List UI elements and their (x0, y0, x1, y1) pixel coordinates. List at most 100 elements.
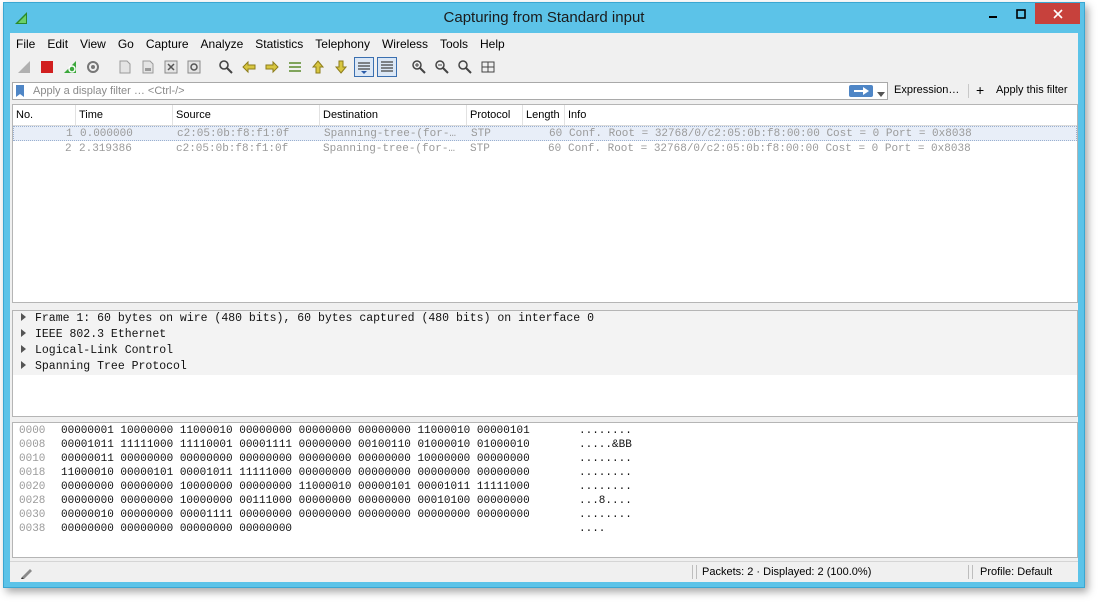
menu-view[interactable]: View (74, 33, 112, 55)
menu-file[interactable]: File (10, 33, 41, 55)
expand-arrow-icon[interactable] (21, 329, 26, 337)
menu-edit[interactable]: Edit (41, 33, 74, 55)
column-divider[interactable] (75, 105, 76, 125)
col-header-source[interactable]: Source (176, 109, 211, 121)
go-to-packet-icon[interactable] (285, 57, 305, 77)
menu-telephony[interactable]: Telephony (309, 33, 376, 55)
hex-ascii[interactable]: .... (579, 523, 605, 535)
column-divider[interactable] (466, 105, 467, 125)
first-packet-icon[interactable] (308, 57, 328, 77)
packet-bytes-pane[interactable]: 0000 00000001 10000000 11000010 00000000 … (12, 422, 1078, 558)
packet-list-header: No. Time Source Destination Protocol Len… (13, 105, 1077, 126)
col-header-time[interactable]: Time (79, 109, 103, 121)
col-header-length[interactable]: Length (526, 109, 560, 121)
capture-options-icon[interactable] (83, 57, 103, 77)
hex-bytes[interactable]: 00000001 10000000 11000010 00000000 0000… (61, 425, 530, 437)
packet-details-tree[interactable]: Frame 1: 60 bytes on wire (480 bits), 60… (12, 310, 1078, 417)
menu-analyze[interactable]: Analyze (195, 33, 250, 55)
status-separator (692, 565, 693, 579)
last-packet-icon[interactable] (331, 57, 351, 77)
maximize-icon (1016, 8, 1026, 19)
col-header-info[interactable]: Info (568, 109, 586, 121)
close-file-icon[interactable] (161, 57, 181, 77)
normal-size-icon[interactable] (455, 57, 475, 77)
display-filter-input[interactable]: Apply a display filter … <Ctrl-/> (12, 82, 888, 100)
menu-tools[interactable]: Tools (434, 33, 474, 55)
add-filter-icon[interactable]: + (976, 82, 984, 98)
hex-offset: 0038 (19, 523, 46, 535)
maximize-button[interactable] (1007, 3, 1035, 24)
zoom-in-icon[interactable] (409, 57, 429, 77)
auto-scroll-icon[interactable] (354, 57, 374, 77)
bookmark-icon[interactable] (16, 85, 24, 97)
cell-info: Conf. Root = 32768/0/c2:05:0b:f8:00:00 C… (569, 128, 972, 140)
title-bar[interactable]: Capturing from Standard input (4, 3, 1084, 33)
column-divider[interactable] (172, 105, 173, 125)
hex-ascii[interactable]: .....&BB (579, 439, 632, 451)
reload-file-icon[interactable] (184, 57, 204, 77)
colorize-icon[interactable] (377, 57, 397, 77)
menu-capture[interactable]: Capture (140, 33, 195, 55)
expression-button[interactable]: Expression… (894, 84, 959, 96)
menu-statistics[interactable]: Statistics (249, 33, 309, 55)
expand-arrow-icon[interactable] (21, 361, 26, 369)
status-separator (968, 565, 969, 579)
expert-info-icon[interactable] (20, 565, 34, 579)
hex-bytes[interactable]: 00000000 00000000 10000000 00000000 1100… (61, 481, 530, 493)
hex-bytes[interactable]: 00000000 00000000 10000000 00111000 0000… (61, 495, 530, 507)
find-packet-icon[interactable] (216, 57, 236, 77)
hex-ascii[interactable]: ........ (579, 481, 632, 493)
apply-arrow-icon[interactable] (849, 85, 873, 97)
column-divider[interactable] (564, 105, 565, 125)
packet-row[interactable]: 1 0.000000 c2:05:0b:f8:f1:0f Spanning-tr… (13, 126, 1077, 141)
hex-bytes[interactable]: 00000010 00000000 00001111 00000000 0000… (61, 509, 530, 521)
minimize-button[interactable] (979, 3, 1007, 24)
client-area: File Edit View Go Capture Analyze Statis… (10, 33, 1078, 582)
toolbar-separator (106, 57, 112, 77)
hex-bytes[interactable]: 00000000 00000000 00000000 00000000 (61, 523, 292, 535)
shark-fin-start-icon[interactable] (14, 57, 34, 77)
open-file-icon[interactable] (115, 57, 135, 77)
col-header-no[interactable]: No. (16, 109, 33, 121)
expand-arrow-icon[interactable] (21, 345, 26, 353)
hex-offset: 0028 (19, 495, 46, 507)
stop-capture-icon[interactable] (37, 57, 57, 77)
tree-item-stp[interactable]: Spanning Tree Protocol (21, 360, 187, 376)
filter-placeholder: Apply a display filter … <Ctrl-/> (33, 85, 185, 97)
packet-list[interactable]: No. Time Source Destination Protocol Len… (12, 104, 1078, 303)
hex-bytes[interactable]: 00001011 11111000 11110001 00001111 0000… (61, 439, 530, 451)
hex-bytes[interactable]: 00000011 00000000 00000000 00000000 0000… (61, 453, 530, 465)
restart-capture-icon[interactable] (60, 57, 80, 77)
hex-ascii[interactable]: ........ (579, 425, 632, 437)
tree-item-llc[interactable]: Logical-Link Control (21, 344, 173, 360)
column-divider[interactable] (522, 105, 523, 125)
menu-go[interactable]: Go (112, 33, 140, 55)
hex-ascii[interactable]: ........ (579, 453, 632, 465)
chevron-down-icon[interactable] (877, 87, 885, 101)
close-button[interactable] (1035, 3, 1080, 24)
hex-ascii[interactable]: ...8.... (579, 495, 632, 507)
col-header-protocol[interactable]: Protocol (470, 109, 510, 121)
hex-ascii[interactable]: ........ (579, 467, 632, 479)
hex-bytes[interactable]: 11000010 00000101 00001011 11111000 0000… (61, 467, 530, 479)
col-header-destination[interactable]: Destination (323, 109, 378, 121)
zoom-out-icon[interactable] (432, 57, 452, 77)
go-back-icon[interactable] (239, 57, 259, 77)
resize-columns-icon[interactable] (478, 57, 498, 77)
menu-wireless[interactable]: Wireless (376, 33, 434, 55)
cell-destination: Spanning-tree-(for-… (323, 143, 456, 155)
packet-count-status: Packets: 2 · Displayed: 2 (100.0%) (702, 566, 872, 578)
apply-filter-button[interactable]: Apply this filter (996, 84, 1068, 96)
go-forward-icon[interactable] (262, 57, 282, 77)
profile-status[interactable]: Profile: Default (980, 566, 1052, 578)
column-divider[interactable] (319, 105, 320, 125)
tree-item-ethernet[interactable]: IEEE 802.3 Ethernet (21, 328, 166, 344)
packet-row[interactable]: 2 2.319386 c2:05:0b:f8:f1:0f Spanning-tr… (13, 142, 1077, 157)
expand-arrow-icon[interactable] (21, 313, 26, 321)
tree-item-frame[interactable]: Frame 1: 60 bytes on wire (480 bits), 60… (21, 312, 594, 328)
toolbar-separator (207, 57, 213, 77)
hex-ascii[interactable]: ........ (579, 509, 632, 521)
save-file-icon[interactable] (138, 57, 158, 77)
status-separator (972, 565, 973, 579)
menu-help[interactable]: Help (474, 33, 511, 55)
